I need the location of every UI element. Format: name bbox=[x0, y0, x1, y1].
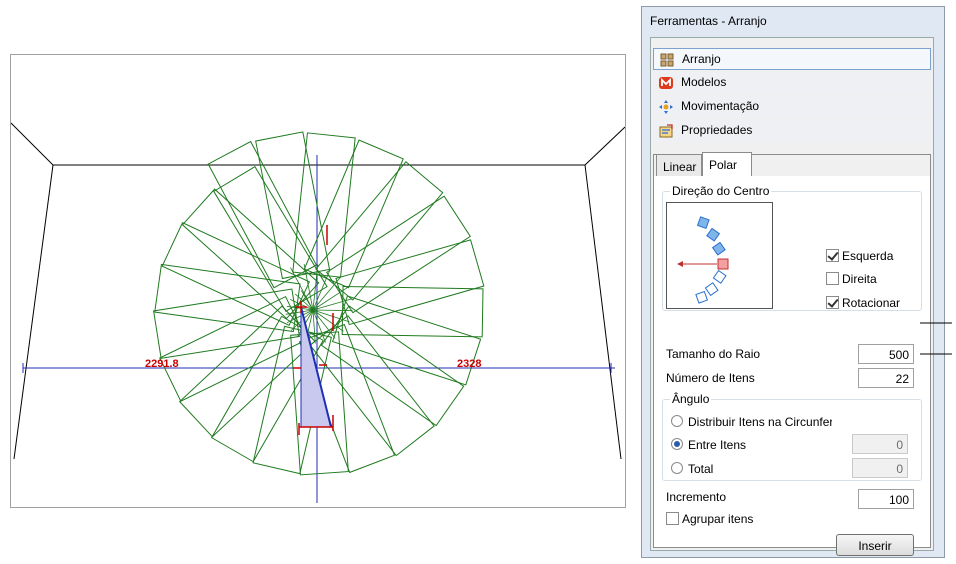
array-item-rect bbox=[159, 295, 308, 402]
itens-label: Número de Itens bbox=[666, 371, 755, 385]
arranjo-icon bbox=[660, 53, 674, 67]
array-item-spoke bbox=[312, 309, 350, 323]
category-label: Arranjo bbox=[682, 52, 721, 66]
inserir-button[interactable]: Inserir bbox=[836, 534, 914, 556]
incremento-label: Incremento bbox=[666, 490, 727, 504]
raio-label: Tamanho do Raio bbox=[666, 347, 761, 361]
movimentacao-icon bbox=[659, 100, 673, 114]
entre-itens-radio[interactable] bbox=[671, 438, 683, 450]
entre-itens-input[interactable]: 0 bbox=[852, 434, 908, 454]
direita-checkbox[interactable] bbox=[826, 272, 839, 285]
category-modelos[interactable]: Modelos bbox=[653, 72, 931, 94]
direction-group-legend: Direção do Centro bbox=[670, 184, 772, 198]
agrupar-label: Agrupar itens bbox=[682, 512, 754, 526]
cad-viewport[interactable]: 2291.8 2328 bbox=[10, 54, 626, 508]
distribuir-label: Distribuir Itens na Circunferênc bbox=[688, 415, 832, 429]
esquerda-label: Esquerda bbox=[842, 249, 894, 263]
category-label: Modelos bbox=[681, 75, 727, 89]
cad-drawing: 2291.8 2328 bbox=[11, 122, 625, 503]
agrupar-checkbox[interactable] bbox=[666, 512, 679, 525]
array-item-rect bbox=[315, 161, 444, 301]
tab-polar[interactable]: Polar bbox=[702, 152, 752, 176]
direction-preview bbox=[666, 202, 773, 309]
panel-content: Arranjo Modelos Movimentação Propriedade… bbox=[650, 37, 934, 556]
entre-itens-label: Entre Itens bbox=[688, 438, 747, 452]
total-input[interactable]: 0 bbox=[852, 458, 908, 478]
array-item-rect bbox=[326, 195, 471, 314]
axis-lines bbox=[22, 155, 615, 503]
total-label: Total bbox=[688, 462, 714, 476]
esquerda-checkbox[interactable] bbox=[826, 249, 839, 262]
array-item-rect bbox=[341, 285, 484, 338]
modelos-icon bbox=[659, 77, 673, 89]
distribuir-radio[interactable] bbox=[671, 415, 683, 427]
tab-container: Linear Polar Direção do Centro Esquerda … bbox=[653, 152, 931, 556]
incremento-input[interactable]: 100 bbox=[858, 489, 914, 509]
total-radio[interactable] bbox=[671, 462, 683, 474]
rotacionar-label: Rotacionar bbox=[842, 296, 901, 310]
direction-preview-graphic bbox=[677, 216, 729, 304]
propriedades-icon bbox=[659, 124, 673, 138]
category-label: Propriedades bbox=[681, 123, 753, 137]
category-propriedades[interactable]: Propriedades bbox=[653, 120, 931, 142]
array-item-rect bbox=[255, 131, 331, 280]
category-movimentacao[interactable]: Movimentação bbox=[653, 96, 931, 118]
polar-tab-body: Direção do Centro Esquerda Direita Rotac… bbox=[654, 176, 930, 556]
tools-panel: Ferramentas - Arranjo Arranjo Modelos Mo… bbox=[641, 6, 945, 558]
itens-input[interactable]: 22 bbox=[858, 368, 914, 388]
direita-label: Direita bbox=[842, 272, 877, 286]
dimension-left: 2291.8 bbox=[145, 358, 179, 370]
rotacionar-checkbox[interactable] bbox=[826, 296, 839, 309]
tab-linear[interactable]: Linear bbox=[656, 154, 702, 176]
raio-input[interactable]: 500 bbox=[858, 344, 914, 364]
category-arranjo[interactable]: Arranjo bbox=[653, 48, 931, 70]
array-item-rect bbox=[292, 132, 356, 278]
panel-title: Ferramentas - Arranjo bbox=[650, 14, 767, 28]
leader-lines bbox=[920, 322, 952, 355]
array-item-rect bbox=[331, 295, 482, 386]
angulo-group-legend: Ângulo bbox=[670, 392, 712, 406]
dimension-right: 2328 bbox=[457, 358, 481, 370]
category-label: Movimentação bbox=[681, 99, 760, 113]
